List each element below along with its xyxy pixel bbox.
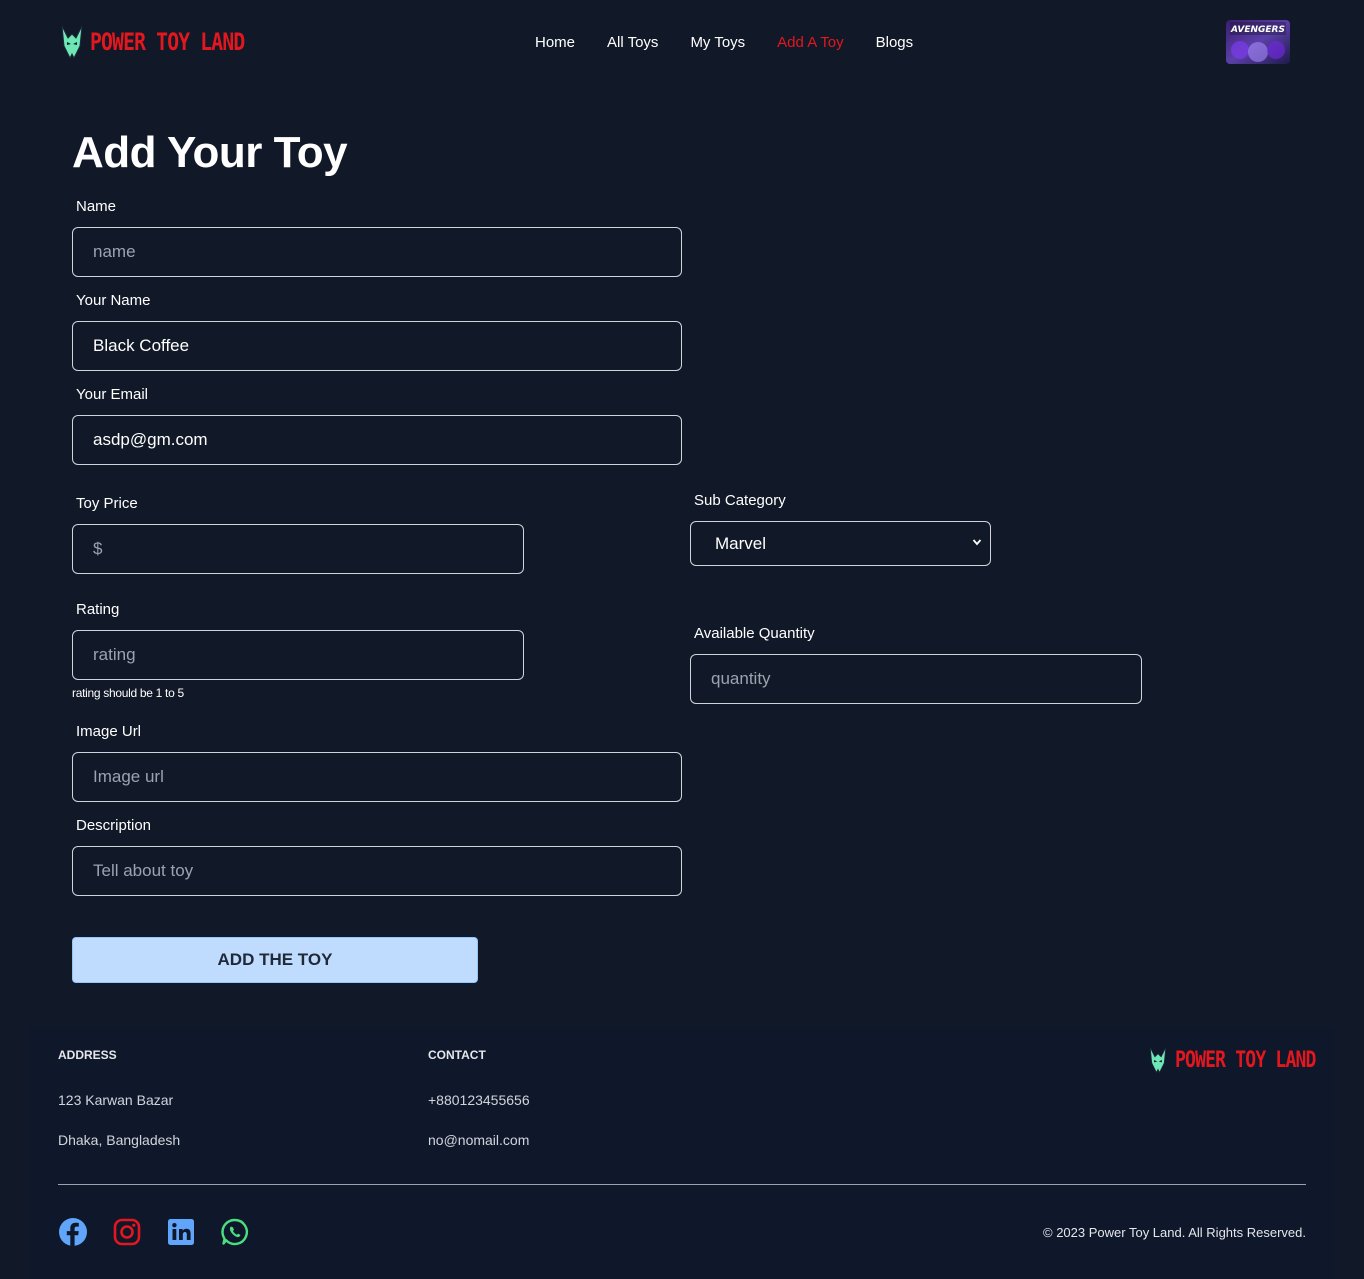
toy-price-input[interactable] [72,524,524,574]
rating-input[interactable] [72,630,524,680]
wolverine-mask-icon [61,25,83,60]
address-heading: ADDRESS [58,1048,117,1062]
nav-all-toys[interactable]: All Toys [607,34,658,51]
contact-heading: CONTACT [428,1048,486,1062]
address-line-1: 123 Karwan Bazar [58,1092,174,1108]
nav-blogs[interactable]: Blogs [876,34,914,51]
brand-name: POWER TOY LAND [90,28,245,56]
image-url-input[interactable] [72,752,682,802]
available-quantity-label: Available Quantity [694,625,815,642]
user-avatar[interactable]: AVENGERS [1226,20,1290,64]
copyright-text: © 2023 Power Toy Land. All Rights Reserv… [1043,1225,1306,1240]
contact-email: no@nomail.com [428,1132,530,1148]
sub-category-selected-value: Marvel [715,533,767,553]
name-input[interactable] [72,227,682,277]
your-name-input[interactable] [72,321,682,371]
toy-price-label: Toy Price [76,495,138,512]
footer: ADDRESS 123 Karwan Bazar Dhaka, Banglade… [29,1026,1335,1279]
rating-label: Rating [76,601,120,618]
image-url-label: Image Url [76,723,142,740]
add-the-toy-button[interactable]: ADD THE TOY [72,937,478,983]
footer-brand-logo[interactable]: POWER TOY LAND [1147,1046,1346,1074]
navbar: POWER TOY LAND Home All Toys My Toys Add… [0,0,1364,88]
footer-divider [58,1184,1306,1185]
rating-hint: rating should be 1 to 5 [72,686,184,700]
nav-my-toys[interactable]: My Toys [690,34,745,51]
whatsapp-icon[interactable] [220,1217,250,1247]
instagram-icon[interactable] [112,1217,142,1247]
your-email-label: Your Email [76,386,148,403]
address-line-2: Dhaka, Bangladesh [58,1132,181,1148]
linkedin-icon[interactable] [166,1217,196,1247]
name-label: Name [76,198,117,215]
nav-add-a-toy[interactable]: Add A Toy [777,34,843,51]
wolverine-mask-icon [1149,1047,1167,1074]
avengers-logo-text: AVENGERS [1230,25,1285,35]
main-nav: Home All Toys My Toys Add A Toy Blogs [535,34,945,51]
brand-logo-link[interactable]: POWER TOY LAND [60,24,278,60]
footer-brand-name: POWER TOY LAND [1175,1047,1316,1073]
chevron-down-icon [972,539,982,546]
your-name-label: Your Name [76,292,151,309]
available-quantity-input[interactable] [690,654,1142,704]
description-input[interactable] [72,846,682,896]
page-title: Add Your Toy [72,128,348,177]
nav-home[interactable]: Home [535,34,575,51]
sub-category-select[interactable]: Marvel [690,521,991,566]
facebook-icon[interactable] [58,1217,88,1247]
description-label: Description [76,817,152,834]
sub-category-label: Sub Category [694,492,786,509]
contact-phone: +880123455656 [428,1092,530,1108]
your-email-input[interactable] [72,415,682,465]
avengers-poster-image: AVENGERS [1226,20,1290,64]
